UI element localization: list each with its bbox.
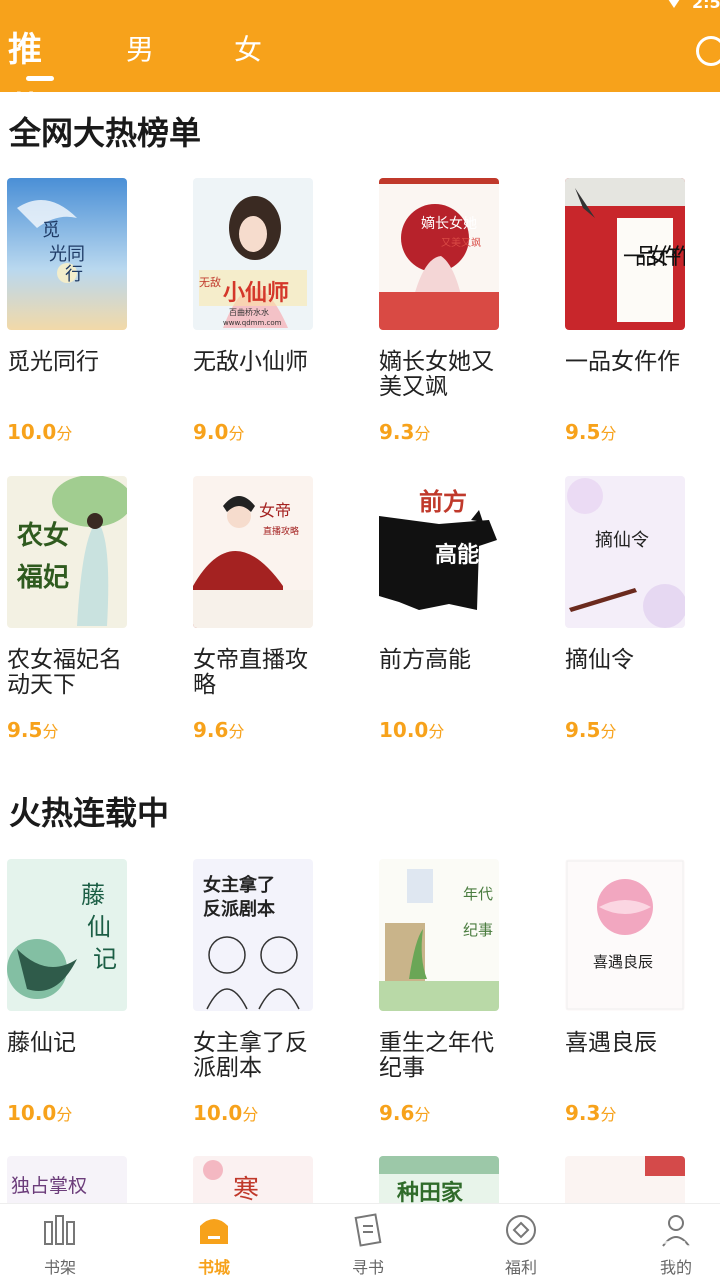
book-score: 9.5分 (565, 420, 617, 444)
svg-text:行: 行 (65, 264, 83, 285)
svg-text:喜遇良辰: 喜遇良辰 (593, 953, 653, 971)
svg-text:反派剧本: 反派剧本 (203, 898, 275, 920)
svg-text:年代: 年代 (463, 885, 493, 903)
book-score: 9.3分 (565, 1101, 617, 1125)
svg-text:直播攻略: 直播攻略 (263, 525, 299, 537)
book-cover: 农女 福妃 (7, 476, 127, 628)
svg-text:记: 记 (93, 945, 117, 973)
nav-benefits-label: 福利 (504, 1258, 537, 1277)
book-cover: 前方 高能 (379, 476, 499, 628)
book-title: 一品女仵作 (565, 349, 680, 375)
section-title-serializing: 火热连载中 (9, 794, 170, 832)
book-title: 女主拿了反派剧本 (193, 1030, 308, 1081)
book-cover: 一品女仵作 (565, 178, 685, 330)
svg-text:www.qdmm.com: www.qdmm.com (223, 319, 282, 327)
svg-text:嫡长女她: 嫡长女她 (421, 215, 477, 232)
svg-text:女主拿了: 女主拿了 (203, 874, 275, 896)
find-book-icon (354, 1213, 382, 1247)
book-title: 农女福妃名动天下 (7, 647, 122, 698)
svg-text:无敌: 无敌 (199, 275, 221, 289)
section-title-hot-ranking: 全网大热榜单 (9, 114, 202, 152)
svg-text:精品下载: 精品下载 (614, 1238, 710, 1266)
book-score: 9.3分 (379, 420, 431, 444)
tab-female[interactable]: 女生 (234, 20, 262, 126)
svg-text:福妃: 福妃 (16, 562, 69, 593)
book-title: 前方高能 (379, 647, 471, 673)
svg-text:一品女仵作: 一品女仵作 (623, 245, 685, 270)
book-score: 9.0分 (193, 420, 245, 444)
nav-bookshelf-label: 书架 (43, 1258, 76, 1277)
svg-text:前方: 前方 (419, 487, 467, 516)
book-score: 10.0分 (7, 1101, 73, 1125)
svg-text:百曲桥水水: 百曲桥水水 (229, 307, 269, 317)
svg-text:又美又飒: 又美又飒 (441, 236, 481, 249)
nav-benefits[interactable]: 福利 (461, 1204, 581, 1280)
book-score: 10.0分 (193, 1101, 259, 1125)
bookshelf-icon (44, 1215, 75, 1245)
book-title: 女帝直播攻略 (193, 647, 308, 698)
book-score: 10.0分 (379, 718, 445, 742)
svg-text:摘仙令: 摘仙令 (595, 530, 649, 551)
tab-male[interactable]: 男生 (126, 20, 154, 126)
tab-female-label: 女生 (234, 33, 263, 126)
book-score: 9.5分 (7, 718, 59, 742)
svg-text:小仙师: 小仙师 (223, 280, 289, 306)
svg-text:光同: 光同 (49, 244, 85, 265)
svg-text:仙: 仙 (87, 913, 111, 941)
search-icon[interactable] (696, 36, 720, 66)
book-cover: 藤 仙 记 (7, 859, 127, 1011)
book-cover: 觅 光同 行 (7, 178, 127, 330)
status-time: 2:5 (692, 0, 720, 12)
svg-text:女帝: 女帝 (259, 501, 291, 520)
signal-icon (666, 0, 682, 8)
book-title: 藤仙记 (7, 1030, 76, 1056)
nav-find-book[interactable]: 寻书 (308, 1204, 428, 1280)
book-cover: 无敌 小仙师 百曲桥水水 www.qdmm.com (193, 178, 313, 330)
book-score: 9.5分 (565, 718, 617, 742)
top-header: 2:5 推荐 男生 女生 (0, 0, 720, 130)
book-cover: 嫡长女她 又美又飒 (379, 178, 499, 330)
book-title: 摘仙令 (565, 647, 634, 673)
book-cover: 摘仙令 (565, 476, 685, 628)
watermark-logo: 精品下载 (568, 1229, 710, 1273)
nav-bookstore[interactable]: 书城 (154, 1204, 274, 1280)
book-cover: 女帝 直播攻略 (193, 476, 313, 628)
nav-find-book-label: 寻书 (351, 1258, 384, 1277)
tab-recommend[interactable]: 推荐 (8, 20, 42, 130)
svg-text:寒: 寒 (233, 1175, 259, 1205)
book-title: 重生之年代纪事 (379, 1030, 494, 1081)
book-score: 9.6分 (379, 1101, 431, 1125)
active-tab-indicator (26, 76, 54, 81)
svg-text:纪事: 纪事 (463, 921, 493, 939)
book-cover: 年代 纪事 (379, 859, 499, 1011)
book-title: 嫡长女她又美又飒 (379, 349, 494, 400)
svg-text:觅: 觅 (42, 220, 60, 241)
book-cover: 女主拿了 反派剧本 (193, 859, 313, 1011)
book-score: 10.0分 (7, 420, 73, 444)
svg-text:农女: 农女 (16, 520, 69, 551)
svg-text:高能: 高能 (435, 542, 479, 568)
svg-text:藤: 藤 (81, 881, 105, 909)
book-title: 觅光同行 (7, 349, 99, 375)
nav-bookshelf[interactable]: 书架 (0, 1204, 120, 1280)
book-score: 9.6分 (193, 718, 245, 742)
status-bar: 2:5 (666, 0, 720, 12)
nav-bookstore-label: 书城 (197, 1258, 230, 1277)
book-title: 无敌小仙师 (193, 349, 308, 375)
book-cover: 喜遇良辰 (565, 859, 685, 1011)
coin-icon (506, 1215, 536, 1245)
book-title: 喜遇良辰 (565, 1030, 657, 1056)
bookstore-icon (200, 1219, 228, 1244)
svg-text:独占掌权: 独占掌权 (11, 1175, 87, 1197)
